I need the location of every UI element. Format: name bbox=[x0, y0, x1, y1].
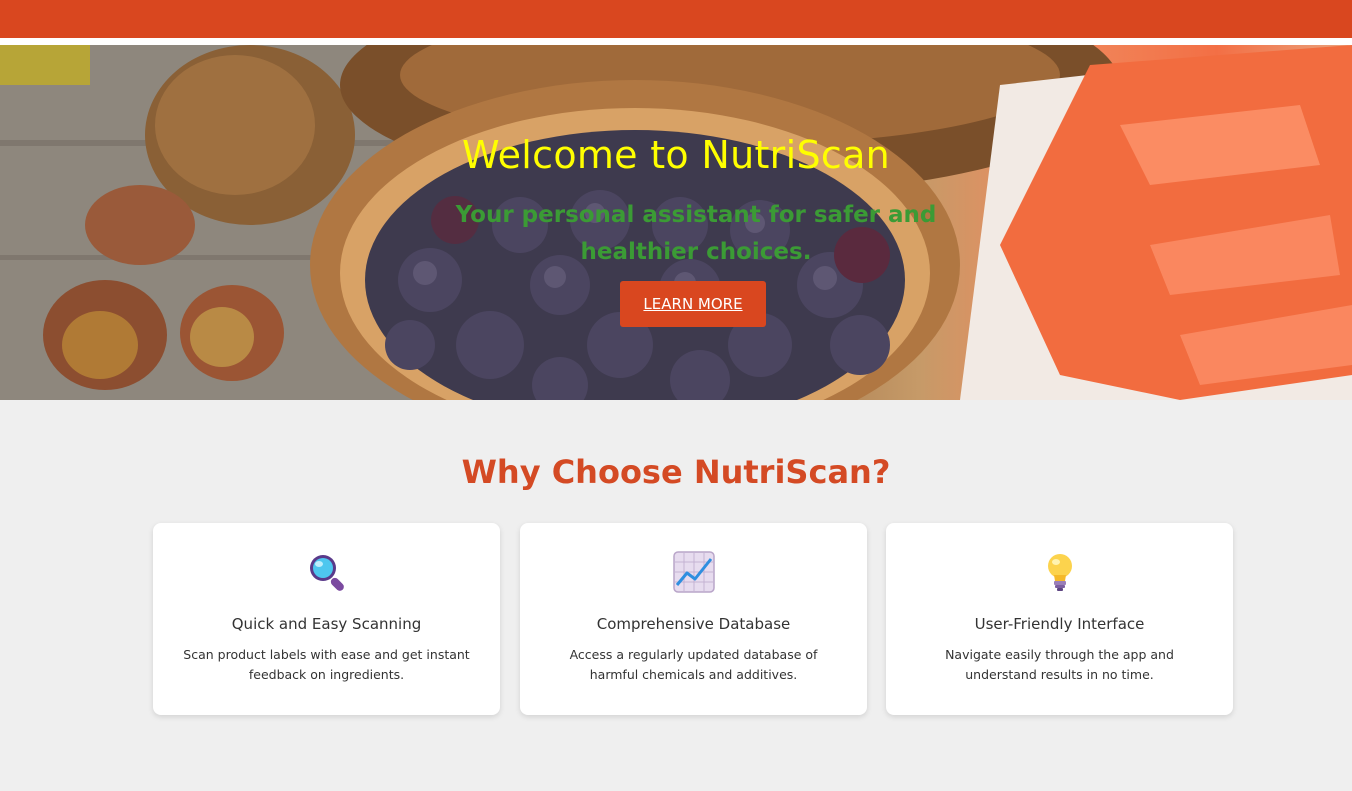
magnifying-glass-icon bbox=[310, 555, 344, 591]
nav-divider bbox=[0, 38, 1352, 45]
hero-title: Welcome to NutriScan bbox=[461, 133, 891, 177]
card-title: Comprehensive Database bbox=[596, 615, 791, 633]
hero-section: Welcome to NutriScan Your personal assis… bbox=[0, 45, 1352, 400]
card-description: Access a regularly updated database of h… bbox=[569, 647, 818, 682]
card-description: Scan product labels with ease and get in… bbox=[183, 647, 470, 682]
card-description: Navigate easily through the app and unde… bbox=[945, 647, 1174, 682]
card-title: Quick and Easy Scanning bbox=[231, 615, 422, 633]
feature-card-scanning: Quick and Easy Scanning Scan product lab… bbox=[153, 523, 500, 715]
learn-more-button[interactable]: LEARN MORE bbox=[620, 281, 766, 327]
feature-card-database: Comprehensive Database Access a regularl… bbox=[520, 523, 867, 715]
light-bulb-icon bbox=[1048, 554, 1072, 591]
features-heading: Why Choose NutriScan? bbox=[461, 453, 891, 491]
top-nav-bar bbox=[0, 0, 1352, 38]
hero-content: Welcome to NutriScan Your personal assis… bbox=[0, 45, 1352, 400]
hero-subtitle: Your personal assistant for safer and he… bbox=[455, 202, 937, 265]
chart-increasing-icon bbox=[673, 551, 715, 593]
feature-card-interface: User-Friendly Interface Navigate easily … bbox=[886, 523, 1233, 715]
card-title: User-Friendly Interface bbox=[974, 615, 1145, 633]
